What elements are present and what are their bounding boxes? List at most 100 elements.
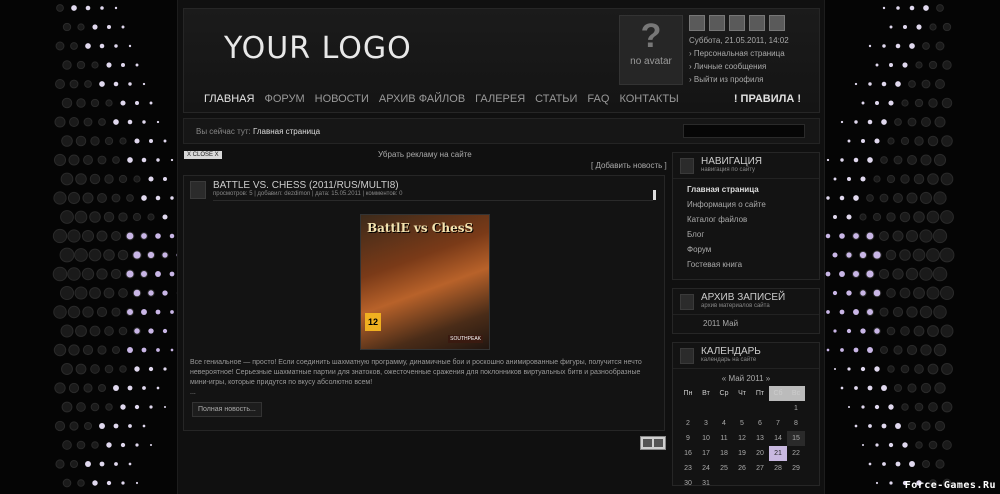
navigation-menu: Главная страница Информация о сайте Ката…	[673, 179, 819, 272]
menu-item-catalog[interactable]: Каталог файлов	[673, 212, 819, 227]
menu-item-about[interactable]: Информация о сайте	[673, 197, 819, 212]
calendar-day[interactable]: 13	[751, 431, 769, 446]
menu-item-guestbook[interactable]: Гостевая книга	[673, 257, 819, 272]
user-button-2[interactable]	[709, 15, 725, 31]
decor-dot	[875, 63, 879, 67]
ad-close-button[interactable]: X CLOSE X	[184, 151, 222, 159]
calendar-day[interactable]: 28	[769, 461, 787, 476]
decor-dot	[874, 138, 880, 144]
decor-dot	[899, 249, 911, 261]
game-cover-image[interactable]: BattlE vs ChesS 12 SOUTHPEAK	[360, 214, 490, 350]
decor-dot	[914, 136, 924, 146]
calendar-day[interactable]: 18	[715, 446, 733, 461]
nav-files[interactable]: АРХИВ ФАЙЛОВ	[379, 93, 465, 105]
calendar-day[interactable]: 1	[787, 401, 805, 416]
decor-dot	[927, 363, 939, 375]
calendar-day[interactable]: 16	[679, 446, 697, 461]
menu-item-blog[interactable]: Блог	[673, 227, 819, 242]
calendar-day[interactable]: 27	[751, 461, 769, 476]
decor-dot	[125, 307, 135, 317]
calendar-day[interactable]: 19	[733, 446, 751, 461]
calendar-day[interactable]: 25	[715, 461, 733, 476]
nav-home[interactable]: ГЛАВНАЯ	[204, 93, 254, 105]
calendar-day[interactable]: 20	[751, 446, 769, 461]
calendar-empty	[787, 476, 805, 491]
header: YOUR LOGO ? no avatar Суббота, 21.05.201…	[183, 8, 820, 113]
archive-icon	[680, 294, 694, 310]
add-news-link[interactable]: [ Добавить новость ]	[591, 161, 667, 170]
menu-item-forum[interactable]: Форум	[673, 242, 819, 257]
decor-dot	[69, 79, 79, 89]
decor-dot	[53, 343, 67, 357]
user-button-1[interactable]	[689, 15, 705, 31]
decor-dot	[118, 212, 128, 222]
menu-item-home[interactable]: Главная страница	[673, 182, 819, 197]
calendar-prev[interactable]: «	[722, 374, 726, 383]
calendar-day[interactable]: 22	[787, 446, 805, 461]
calendar-day[interactable]: 5	[733, 416, 751, 431]
user-button-4[interactable]	[749, 15, 765, 31]
calendar-day[interactable]: 23	[679, 461, 697, 476]
avatar[interactable]: ? no avatar	[619, 15, 683, 85]
logout-link[interactable]: › Выйти из профиля	[689, 73, 789, 86]
calendar-day[interactable]: 4	[715, 416, 733, 431]
share-icon-1[interactable]	[643, 439, 652, 447]
decor-dot	[907, 155, 917, 165]
nav-articles[interactable]: СТАТЬИ	[535, 93, 577, 105]
calendar-day[interactable]: 21	[769, 446, 787, 461]
calendar-day[interactable]: 8	[787, 416, 805, 431]
nav-forum[interactable]: ФОРУМ	[264, 93, 304, 105]
nav-contacts[interactable]: КОНТАКТЫ	[619, 93, 678, 105]
calendar-day[interactable]: 26	[733, 461, 751, 476]
calendar-next[interactable]: »	[766, 374, 770, 383]
decor-dot	[89, 211, 101, 223]
calendar-day[interactable]: 30	[679, 476, 697, 491]
calendar-day[interactable]: 14	[769, 431, 787, 446]
nav-gallery[interactable]: ГАЛЕРЕЯ	[475, 93, 525, 105]
decor-dot	[91, 61, 99, 69]
decor-dot	[895, 423, 901, 429]
calendar-day[interactable]: 31	[697, 476, 715, 491]
decor-dot	[142, 386, 146, 390]
user-button-5[interactable]	[769, 15, 785, 31]
rules-link[interactable]: ! ПРАВИЛА !	[734, 93, 801, 105]
nav-faq[interactable]: FAQ	[587, 93, 609, 105]
calendar-day[interactable]: 10	[697, 431, 715, 446]
calendar-day[interactable]: 9	[679, 431, 697, 446]
remove-ad-link[interactable]: Убрать рекламу на сайте	[378, 150, 472, 159]
search-input[interactable]	[683, 124, 805, 138]
decor-dot	[832, 252, 838, 258]
calendar-day[interactable]: 12	[733, 431, 751, 446]
decor-dot	[879, 345, 889, 355]
decor-dot	[85, 5, 91, 11]
calendar-day[interactable]: 15	[787, 431, 805, 446]
decor-dot	[906, 192, 918, 204]
decor-dot	[892, 268, 904, 280]
decor-dot	[886, 288, 896, 298]
share-icon-2[interactable]	[654, 439, 663, 447]
nav-news[interactable]: НОВОСТИ	[315, 93, 369, 105]
calendar-day[interactable]: 17	[697, 446, 715, 461]
decor-dot	[135, 63, 139, 67]
archive-item[interactable]: 2011 Май	[673, 315, 819, 332]
breadcrumb-current[interactable]: Главная страница	[253, 127, 320, 136]
calendar-day[interactable]: 6	[751, 416, 769, 431]
user-button-3[interactable]	[729, 15, 745, 31]
calendar-day[interactable]: 2	[679, 416, 697, 431]
calendar-day[interactable]: 11	[715, 431, 733, 446]
profile-link[interactable]: › Персональная страница	[689, 47, 789, 60]
calendar-day[interactable]: 29	[787, 461, 805, 476]
decor-dot	[847, 405, 851, 409]
decor-dot	[60, 172, 74, 186]
calendar-day[interactable]: 24	[697, 461, 715, 476]
post-title[interactable]: BATTLE VS. CHESS (2011/RUS/MULTI8)	[213, 180, 399, 191]
decor-dot	[927, 173, 939, 185]
calendar-day[interactable]: 3	[697, 416, 715, 431]
decor-dot	[921, 117, 931, 127]
site-logo[interactable]: YOUR LOGO	[224, 31, 412, 66]
decor-dot	[132, 212, 142, 222]
messages-link[interactable]: › Личные сообщения	[689, 60, 789, 73]
calendar-day[interactable]: 7	[769, 416, 787, 431]
decor-dot	[133, 175, 141, 183]
read-more-button[interactable]: Полная новость...	[192, 402, 262, 417]
